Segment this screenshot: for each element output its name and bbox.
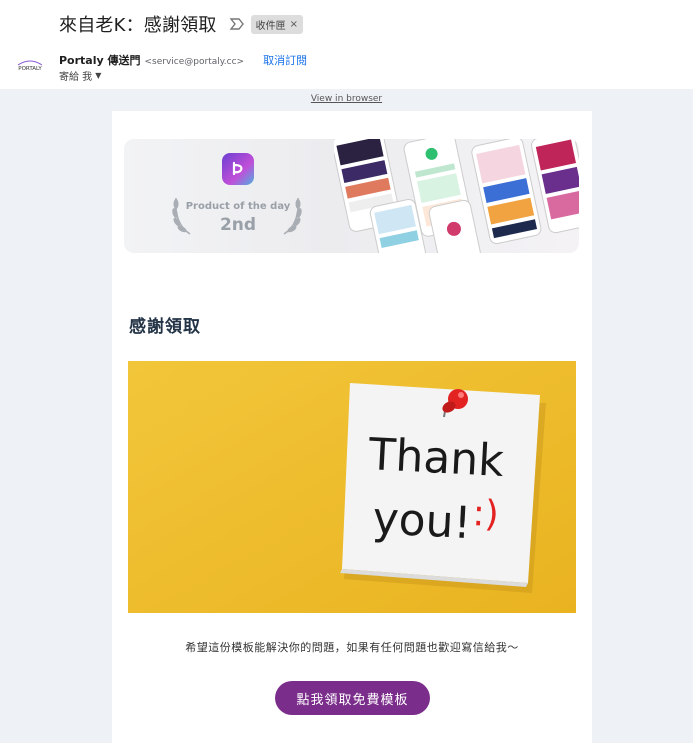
- sender-row: Portaly 傳送門 <service@portaly.cc> 取消訂閱: [59, 52, 307, 68]
- award-rank: 2nd: [219, 215, 257, 235]
- award-label: Product of the day: [185, 201, 291, 212]
- app-screens-image: [334, 139, 579, 253]
- avatar-logo-text: PORTALY: [18, 66, 42, 72]
- email-message: 希望這份模板能解決你的問題，如果有任何問題也歡迎寫信給我～: [185, 641, 519, 654]
- important-marker-icon[interactable]: [229, 16, 245, 32]
- email-subject: 來自老K：感謝領取: [59, 15, 217, 36]
- portaly-logo-icon: [222, 153, 254, 185]
- thank-you-image: Thank you! :): [128, 361, 576, 613]
- note-text-line1: Thank: [366, 429, 505, 487]
- claim-template-button[interactable]: 點我領取免費模板: [275, 681, 430, 715]
- inbox-label-chip: 收件匣 ×: [250, 14, 303, 34]
- email-title: 感謝領取: [129, 317, 201, 337]
- email-header: 來自老K：感謝領取 收件匣 × PORTALY Portaly 傳送門 <ser…: [0, 0, 693, 89]
- sender-avatar: PORTALY: [14, 55, 46, 77]
- email-body: View in browser Product of the day 2nd 感…: [0, 89, 693, 751]
- laurel-right-icon: [283, 197, 302, 235]
- note-smiley: :): [472, 493, 500, 535]
- thank-you-illustration: Thank you! :): [128, 361, 576, 613]
- sender-name: Portaly 傳送門: [59, 54, 141, 67]
- recipient-text: 寄給 我: [59, 72, 93, 83]
- email-card: Product of the day 2nd 感謝領取 Thank you!:…: [112, 111, 592, 751]
- subject-row: 來自老K：感謝領取 收件匣 ×: [59, 11, 303, 37]
- view-in-browser-link[interactable]: View in browser: [0, 94, 693, 104]
- sender-email: <service@portaly.cc>: [144, 57, 245, 67]
- unsubscribe-link[interactable]: 取消訂閱: [263, 52, 307, 68]
- note-text-line2: you!: [371, 493, 472, 549]
- chevron-down-icon[interactable]: ▼: [95, 71, 101, 80]
- inbox-label-text: 收件匣: [255, 20, 286, 32]
- remove-label-icon[interactable]: ×: [290, 19, 298, 30]
- recipient-row[interactable]: 寄給 我 ▼: [59, 68, 101, 83]
- product-banner[interactable]: Product of the day 2nd: [124, 139, 579, 253]
